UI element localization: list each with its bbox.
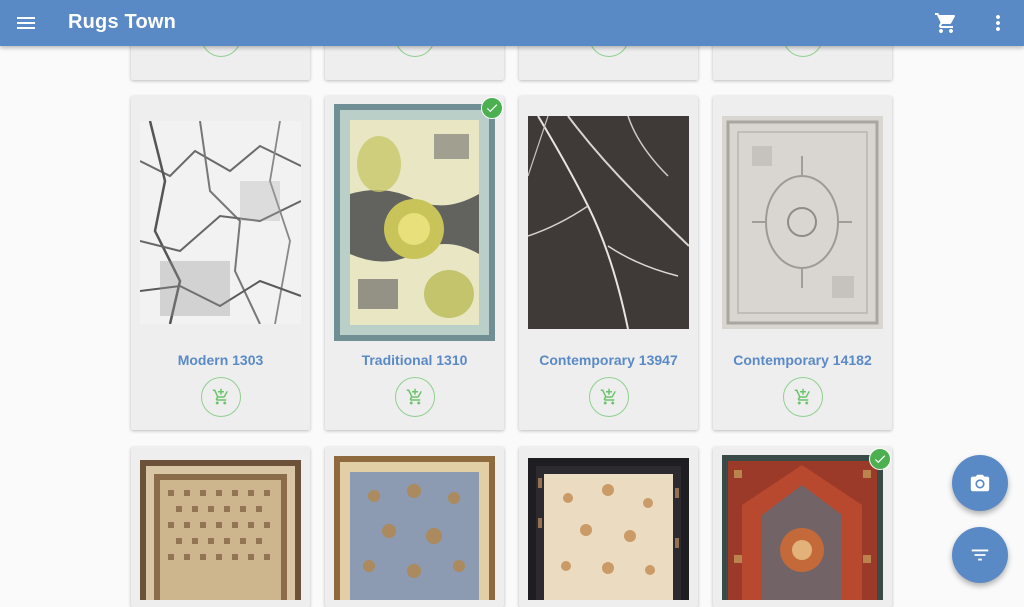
rug-image (140, 121, 301, 324)
menu-button[interactable] (12, 9, 40, 37)
menu-icon (17, 17, 35, 29)
filter-fab[interactable] (952, 527, 1008, 583)
rug-image (528, 116, 689, 329)
camera-icon (970, 474, 990, 492)
product-name[interactable]: Contemporary 13947 (519, 352, 698, 368)
filter-icon (971, 549, 989, 561)
product-card[interactable] (713, 447, 892, 607)
product-card-contemporary-13947[interactable]: Contemporary 13947 (519, 96, 698, 430)
product-card[interactable] (325, 447, 504, 607)
app-title: Rugs Town (68, 11, 177, 33)
add-to-cart-button[interactable] (783, 377, 823, 417)
add-shopping-cart-icon (794, 388, 810, 405)
product-card[interactable] (131, 447, 310, 607)
product-name[interactable]: Modern 1303 (131, 352, 310, 368)
add-shopping-cart-icon (406, 388, 422, 405)
rug-image (334, 104, 495, 341)
shopping-cart-icon (935, 13, 956, 33)
product-card-traditional-1310[interactable]: Traditional 1310 (325, 96, 504, 430)
more-options-button[interactable] (985, 9, 1011, 37)
cart-button[interactable] (932, 9, 960, 37)
rug-image (528, 458, 689, 600)
rug-image (334, 456, 495, 600)
product-name[interactable]: Traditional 1310 (325, 352, 504, 368)
camera-fab[interactable] (952, 455, 1008, 511)
more-vert-icon (996, 15, 1000, 31)
product-grid: Modern 1303 Traditional 1310 Contemporar… (0, 0, 1024, 607)
rug-image (722, 116, 883, 329)
add-shopping-cart-icon (600, 388, 616, 405)
selected-check-icon (481, 97, 503, 119)
add-to-cart-button[interactable] (589, 377, 629, 417)
add-to-cart-button[interactable] (201, 377, 241, 417)
selected-check-icon (869, 448, 891, 470)
product-name[interactable]: Contemporary 14182 (713, 352, 892, 368)
rug-image (722, 455, 883, 600)
product-card[interactable] (519, 447, 698, 607)
app-bar: Rugs Town (0, 0, 1024, 46)
rug-image (140, 460, 301, 600)
add-shopping-cart-icon (212, 388, 228, 405)
add-to-cart-button[interactable] (395, 377, 435, 417)
product-card-contemporary-14182[interactable]: Contemporary 14182 (713, 96, 892, 430)
product-card-modern-1303[interactable]: Modern 1303 (131, 96, 310, 430)
